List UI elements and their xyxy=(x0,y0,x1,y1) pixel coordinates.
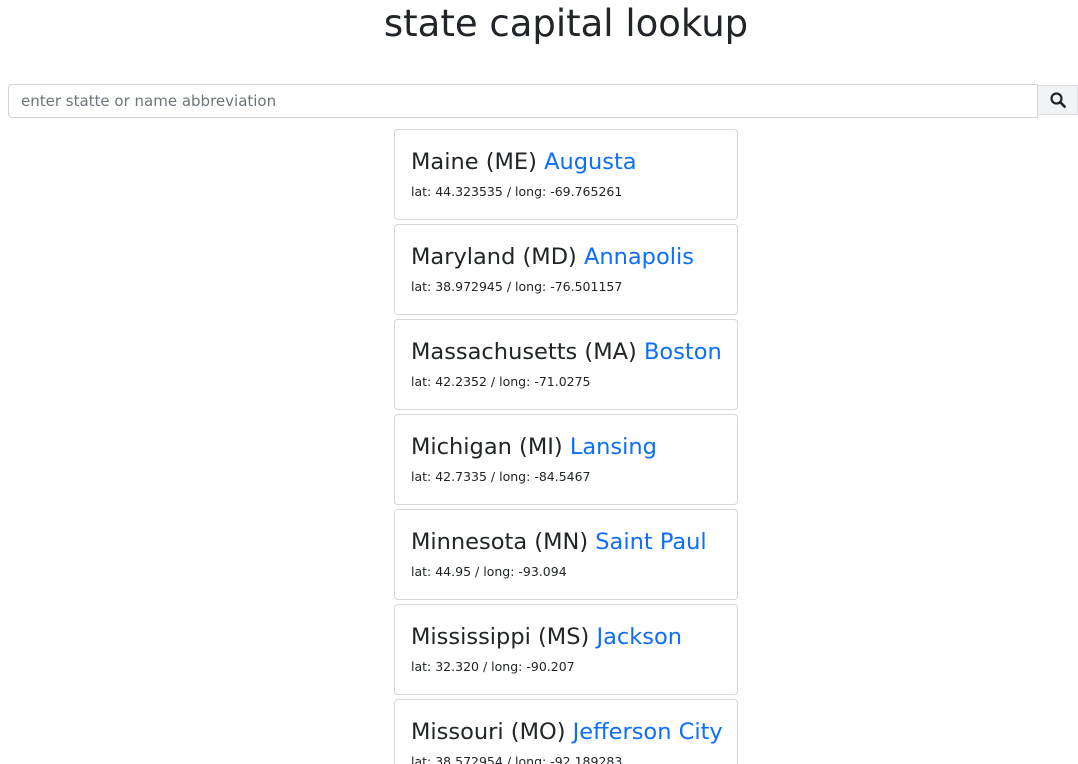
state-name: Michigan xyxy=(411,434,512,460)
state-abbreviation: (ME) xyxy=(485,149,537,175)
state-card: Massachusetts (MA) Boston lat: 42.2352 /… xyxy=(394,319,738,410)
longitude-value: -93.094 xyxy=(518,564,567,579)
lat-label: lat: xyxy=(411,754,432,764)
capital-link[interactable]: Augusta xyxy=(544,149,637,175)
capital-link[interactable]: Boston xyxy=(644,339,722,365)
search-bar xyxy=(8,84,1078,118)
state-card: Missouri (MO) Jefferson City lat: 38.572… xyxy=(394,699,738,764)
coordinates: lat: 42.7335 / long: -84.5467 xyxy=(411,469,721,485)
card-title: Mississippi (MS) Jackson xyxy=(411,621,721,653)
capital-link[interactable]: Jackson xyxy=(596,624,682,650)
coordinates: lat: 44.323535 / long: -69.765261 xyxy=(411,184,721,200)
lat-label: lat: xyxy=(411,184,432,199)
lat-label: lat: xyxy=(411,279,432,294)
longitude-value: -76.501157 xyxy=(550,279,623,294)
longitude-value: -90.207 xyxy=(526,659,575,674)
state-abbreviation: (MD) xyxy=(522,244,577,270)
long-label: long: xyxy=(483,564,515,579)
latitude-value: 44.95 xyxy=(435,564,472,579)
coord-separator: / xyxy=(482,659,488,674)
state-abbreviation: (MI) xyxy=(519,434,563,460)
longitude-value: -92.189283 xyxy=(550,754,623,764)
card-title: Missouri (MO) Jefferson City xyxy=(411,716,723,748)
capital-link[interactable]: Annapolis xyxy=(584,244,694,270)
latitude-value: 42.2352 xyxy=(435,374,487,389)
state-card: Maine (ME) Augusta lat: 44.323535 / long… xyxy=(394,129,738,220)
state-abbreviation: (MO) xyxy=(510,719,566,745)
card-title: Maryland (MD) Annapolis xyxy=(411,241,721,273)
coord-separator: / xyxy=(506,184,512,199)
lat-label: lat: xyxy=(411,374,432,389)
coordinates: lat: 44.95 / long: -93.094 xyxy=(411,564,721,580)
coordinates: lat: 42.2352 / long: -71.0275 xyxy=(411,374,721,390)
state-abbreviation: (MS) xyxy=(538,624,590,650)
long-label: long: xyxy=(499,374,531,389)
latitude-value: 32.320 xyxy=(435,659,479,674)
coordinates: lat: 32.320 / long: -90.207 xyxy=(411,659,721,675)
coordinates: lat: 38.972945 / long: -76.501157 xyxy=(411,279,721,295)
lat-label: lat: xyxy=(411,469,432,484)
page: state capital lookup Maine (ME) Augusta … xyxy=(0,0,1078,764)
state-name: Missouri xyxy=(411,719,504,745)
card-title: Minnesota (MN) Saint Paul xyxy=(411,526,721,558)
card-title: Michigan (MI) Lansing xyxy=(411,431,721,463)
page-title: state capital lookup xyxy=(383,2,749,45)
state-card: Minnesota (MN) Saint Paul lat: 44.95 / l… xyxy=(394,509,738,600)
coord-separator: / xyxy=(506,279,512,294)
state-name: Maryland xyxy=(411,244,516,270)
coordinates: lat: 38.572954 / long: -92.189283 xyxy=(411,754,721,764)
latitude-value: 38.572954 xyxy=(435,754,503,764)
coord-separator: / xyxy=(475,564,480,579)
state-card: Maryland (MD) Annapolis lat: 38.972945 /… xyxy=(394,224,738,315)
results-list: Maine (ME) Augusta lat: 44.323535 / long… xyxy=(394,129,738,764)
longitude-value: -69.765261 xyxy=(550,184,623,199)
state-name: Minnesota xyxy=(411,529,528,555)
coord-separator: / xyxy=(490,374,496,389)
latitude-value: 38.972945 xyxy=(435,279,503,294)
search-button[interactable] xyxy=(1038,85,1078,115)
state-name: Mississippi xyxy=(411,624,531,650)
capital-link[interactable]: Jefferson City xyxy=(573,719,723,745)
search-icon xyxy=(1049,92,1066,108)
state-card: Michigan (MI) Lansing lat: 42.7335 / lon… xyxy=(394,414,738,505)
long-label: long: xyxy=(515,279,547,294)
long-label: long: xyxy=(491,659,523,674)
lat-label: lat: xyxy=(411,564,432,579)
latitude-value: 42.7335 xyxy=(435,469,487,484)
card-title: Maine (ME) Augusta xyxy=(411,146,721,178)
longitude-value: -71.0275 xyxy=(534,374,591,389)
lat-label: lat: xyxy=(411,659,432,674)
search-input[interactable] xyxy=(8,84,1038,118)
longitude-value: -84.5467 xyxy=(534,469,591,484)
long-label: long: xyxy=(515,754,547,764)
long-label: long: xyxy=(499,469,531,484)
state-name: Maine xyxy=(411,149,479,175)
state-abbreviation: (MN) xyxy=(534,529,589,555)
latitude-value: 44.323535 xyxy=(435,184,503,199)
capital-link[interactable]: Lansing xyxy=(570,434,657,460)
card-title: Massachusetts (MA) Boston xyxy=(411,336,722,368)
state-card: Mississippi (MS) Jackson lat: 32.320 / l… xyxy=(394,604,738,695)
state-name: Massachusetts xyxy=(411,339,578,365)
capital-link[interactable]: Saint Paul xyxy=(595,529,706,555)
state-abbreviation: (MA) xyxy=(584,339,637,365)
coord-separator: / xyxy=(506,754,512,764)
long-label: long: xyxy=(515,184,547,199)
coord-separator: / xyxy=(490,469,496,484)
